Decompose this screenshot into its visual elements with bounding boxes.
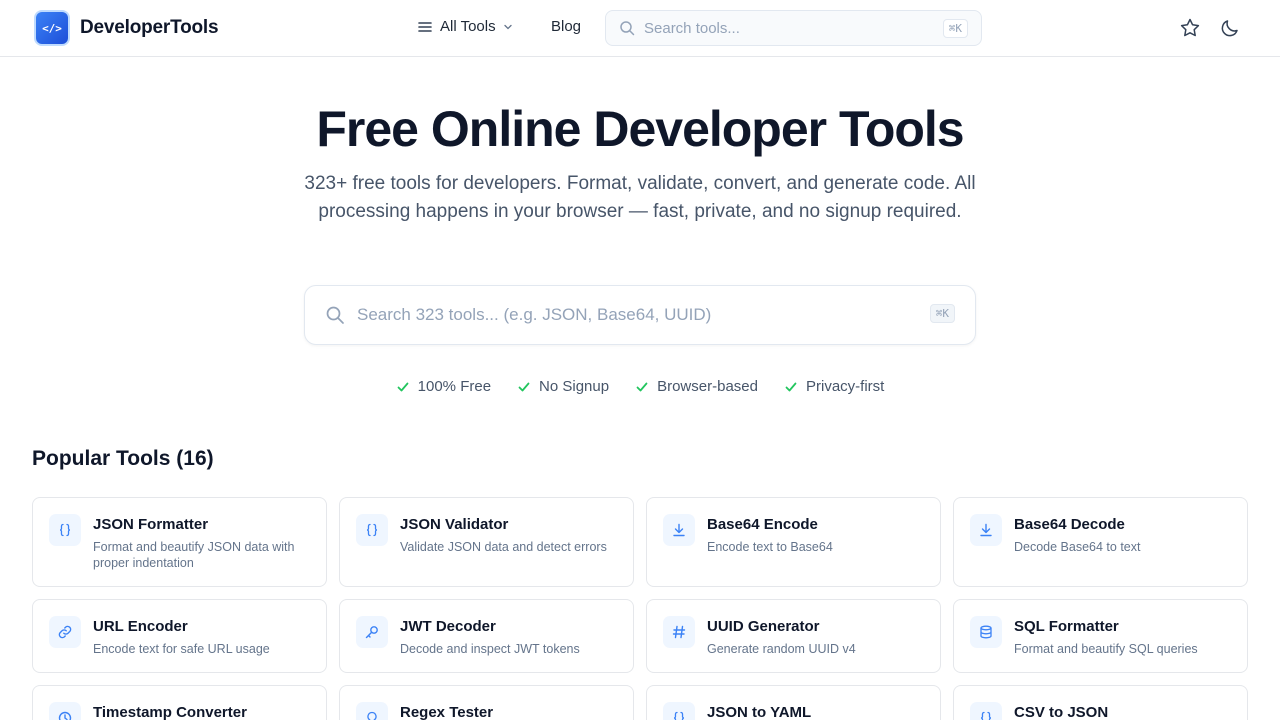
tool-card[interactable]: JSON to YAML (646, 685, 941, 720)
search-icon (326, 306, 344, 324)
tool-title: Base64 Decode (1014, 516, 1125, 533)
hero-search[interactable]: ⌘K (304, 285, 976, 345)
feature-list: 100% Free No Signup Browser-based Privac… (0, 378, 1280, 395)
check-icon (397, 382, 409, 391)
tool-card[interactable]: URL Encoder Encode text for safe URL usa… (32, 599, 327, 673)
key-icon (365, 626, 378, 639)
tool-title: JSON Validator (400, 516, 509, 533)
tool-icon-box (663, 514, 695, 546)
feature-label: No Signup (539, 378, 610, 395)
tool-icon-box (663, 702, 695, 720)
check-icon (636, 382, 648, 391)
braces-icon (366, 523, 378, 537)
tool-description: Generate random UUID v4 (707, 642, 856, 656)
tool-title: URL Encoder (93, 618, 188, 635)
tool-card[interactable]: Regex Tester (339, 685, 634, 720)
tool-description: Encode text for safe URL usage (93, 642, 270, 656)
site-header: </> DeveloperTools All Tools Blog ⌘K (0, 0, 1280, 57)
tool-icon-box (49, 616, 81, 648)
tool-card[interactable]: JSON Validator Validate JSON data and de… (339, 497, 634, 587)
chevron-down-icon (503, 24, 512, 29)
check-icon (785, 382, 797, 391)
tool-icon-box (356, 616, 388, 648)
hero-subtitle: 323+ free tools for developers. Format, … (304, 173, 976, 222)
tool-description: Encode text to Base64 (707, 540, 833, 554)
tool-title: JWT Decoder (400, 618, 496, 635)
tool-icon-box (356, 514, 388, 546)
feature-label: Privacy-first (805, 378, 885, 395)
feature-item: 100% Free (396, 378, 491, 395)
logo-icon: </> (34, 10, 70, 46)
tool-icon-box (970, 514, 1002, 546)
tool-card[interactable]: CSV to JSON (953, 685, 1248, 720)
feature-label: Browser-based (657, 378, 758, 395)
tool-card[interactable]: JSON Formatter Format and beautify JSON … (32, 497, 327, 587)
tool-title: CSV to JSON (1014, 704, 1109, 720)
download-icon (980, 523, 992, 537)
hero-title: Free Online Developer Tools (316, 101, 964, 157)
tool-card[interactable]: Timestamp Converter (32, 685, 327, 720)
tool-icon-box (356, 702, 388, 720)
download-icon (673, 523, 685, 537)
star-icon[interactable] (1179, 17, 1201, 39)
tool-title: UUID Generator (707, 618, 820, 635)
braces-icon (59, 523, 71, 537)
tool-card[interactable]: JWT Decoder Decode and inspect JWT token… (339, 599, 634, 673)
feature-item: Privacy-first (784, 378, 884, 395)
menu-icon (418, 21, 432, 32)
feature-item: Browser-based (635, 378, 758, 395)
logo-badge-text: </> (42, 21, 62, 35)
search-icon (620, 21, 635, 36)
tool-card[interactable]: Base64 Encode Encode text to Base64 (646, 497, 941, 587)
tool-description: Decode Base64 to text (1014, 540, 1141, 554)
tool-title: JSON to YAML (707, 704, 812, 720)
logo-text: DeveloperTools (80, 17, 219, 38)
tool-description: Format and beautify JSON data with prope… (93, 540, 295, 570)
braces-icon (980, 711, 992, 720)
popular-tools-title: Popular Tools (16) (32, 447, 214, 470)
tool-icon-box (970, 702, 1002, 720)
hero-search-shortcut-badge: ⌘K (929, 304, 955, 323)
all-tools-menu[interactable]: All Tools (418, 18, 513, 35)
tool-title: SQL Formatter (1014, 618, 1119, 635)
bulb-icon (367, 711, 377, 720)
header-search[interactable]: ⌘K (605, 10, 982, 46)
header-search-input[interactable] (644, 19, 924, 37)
logo-link[interactable]: </> DeveloperTools (34, 10, 219, 46)
blog-link[interactable]: Blog (551, 18, 581, 35)
braces-icon (673, 711, 685, 720)
tool-icon-box (970, 616, 1002, 648)
tool-icon-box (49, 514, 81, 546)
tool-icon-box (49, 702, 81, 720)
clock-icon (58, 711, 72, 720)
moon-icon[interactable] (1219, 17, 1241, 39)
hero-search-input[interactable] (357, 305, 897, 325)
tool-card[interactable]: SQL Formatter Format and beautify SQL qu… (953, 599, 1248, 673)
hash-icon (672, 625, 686, 639)
tool-title: JSON Formatter (93, 516, 209, 533)
all-tools-label: All Tools (440, 18, 496, 35)
link-icon (58, 625, 72, 639)
tool-title: Timestamp Converter (93, 704, 247, 720)
search-shortcut-badge: ⌘K (942, 19, 968, 38)
tool-description: Validate JSON data and detect errors (400, 540, 607, 554)
tool-description: Format and beautify SQL queries (1014, 642, 1198, 656)
feature-label: 100% Free (417, 378, 492, 395)
tool-card[interactable]: Base64 Decode Decode Base64 to text (953, 497, 1248, 587)
tool-icon-box (663, 616, 695, 648)
check-icon (518, 382, 530, 391)
tool-title: Regex Tester (400, 704, 494, 720)
feature-item: No Signup (517, 378, 609, 395)
tool-title: Base64 Encode (707, 516, 818, 533)
tool-card[interactable]: UUID Generator Generate random UUID v4 (646, 599, 941, 673)
tool-description: Decode and inspect JWT tokens (400, 642, 580, 656)
database-icon (980, 625, 992, 639)
